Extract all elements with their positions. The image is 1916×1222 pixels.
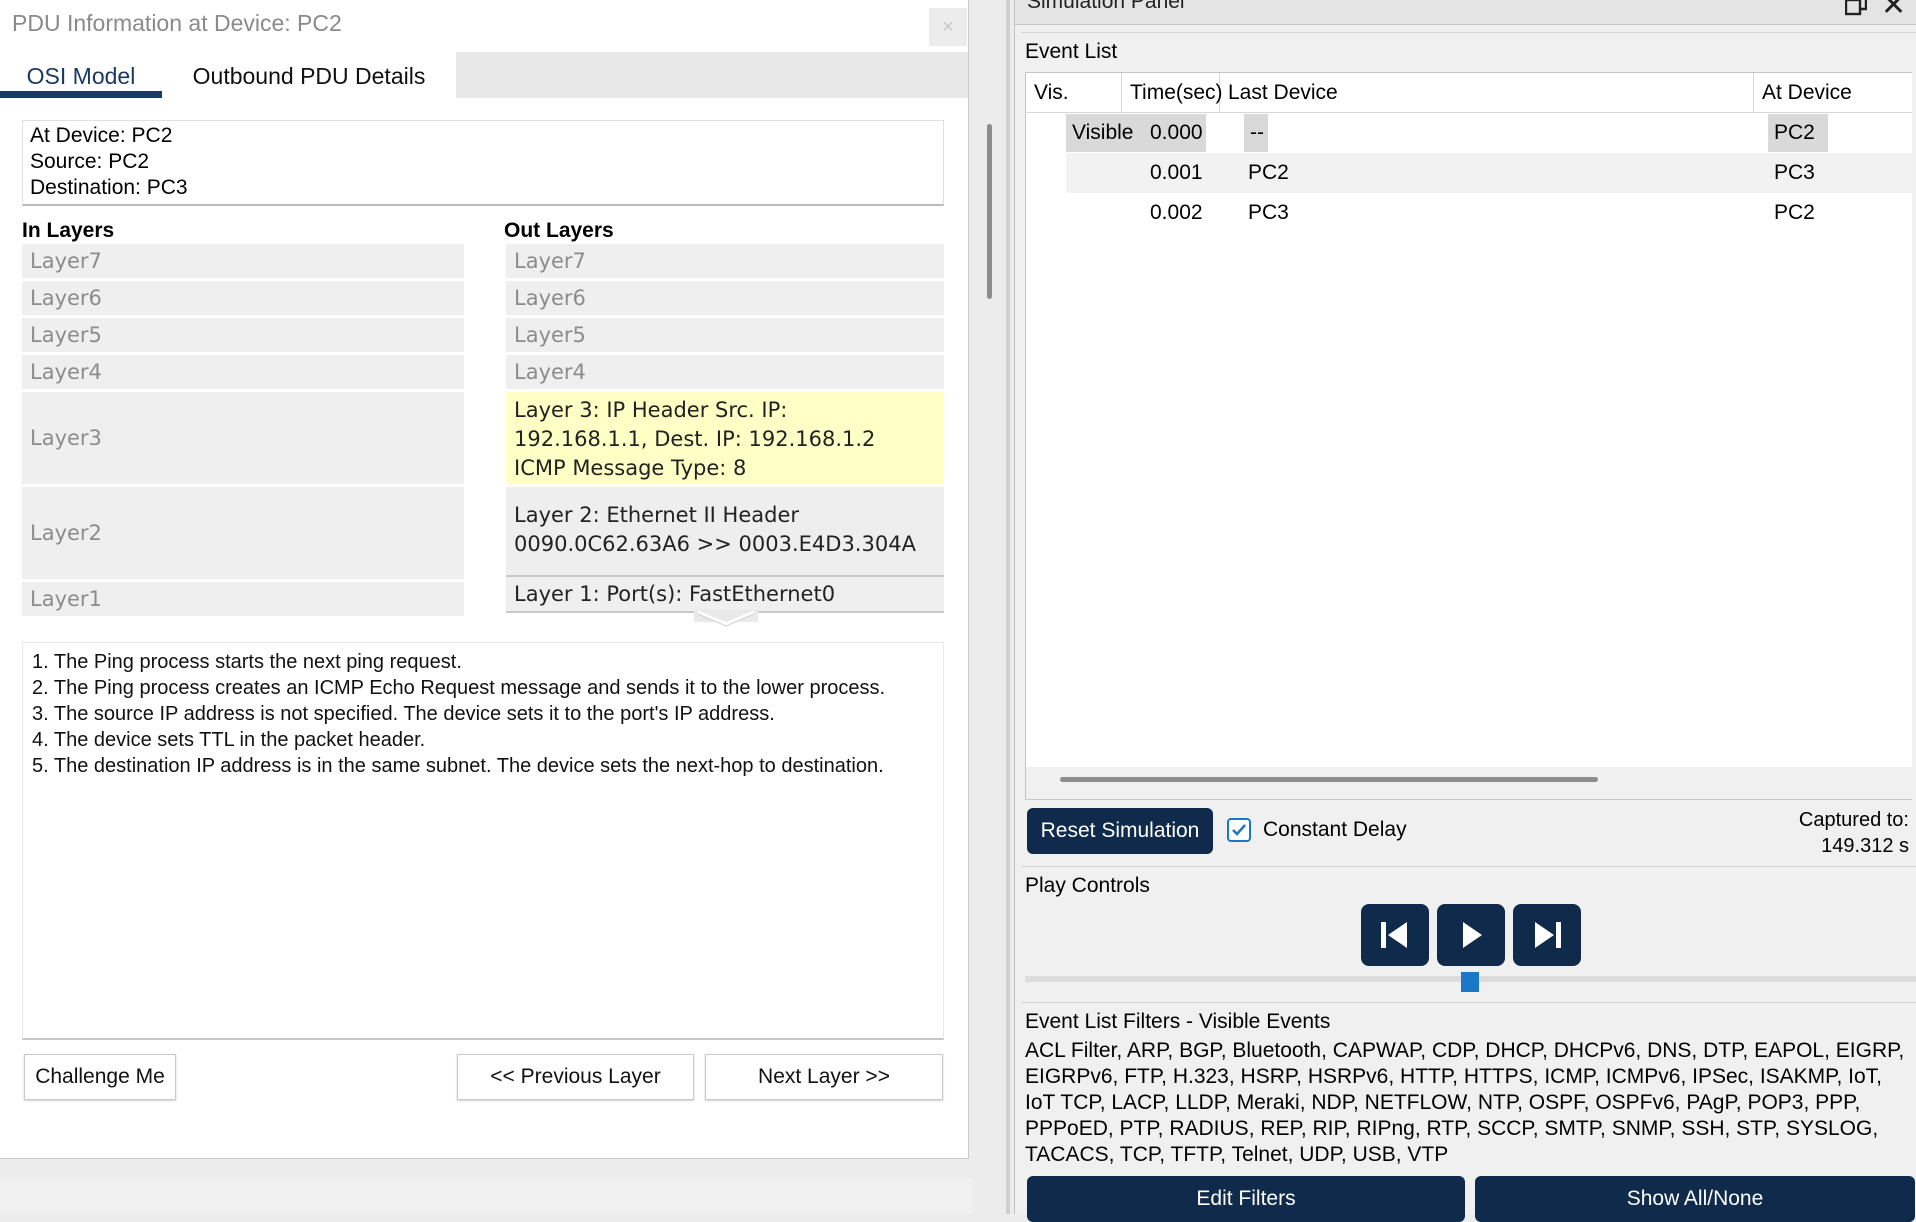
out-layer-7[interactable]: Layer7 — [506, 244, 944, 278]
tab-osi-model[interactable]: OSI Model — [0, 52, 162, 98]
pdu-information-window: PDU Information at Device: PC2 × OSI Mod… — [0, 0, 969, 1159]
in-layer-4[interactable]: Layer4 — [22, 355, 464, 389]
destination-text: Destination: PC3 — [30, 176, 188, 199]
last-device-cell: PC3 — [1248, 201, 1289, 224]
simulation-panel: Simulation Panel ✕ Event List Vis. Time(… — [1014, 0, 1916, 1222]
device-info-box: At Device: PC2 Source: PC2 Destination: … — [22, 120, 944, 206]
play-button[interactable] — [1437, 904, 1505, 966]
captured-to-readout: Captured to: 149.312 s — [1799, 807, 1909, 859]
out-layer-5[interactable]: Layer5 — [506, 318, 944, 352]
tab-bar: OSI Model Outbound PDU Details — [0, 52, 968, 98]
out-layer-3-line-2: 192.168.1.1, Dest. IP: 192.168.1.2 — [514, 427, 876, 451]
constant-delay-label: Constant Delay — [1263, 818, 1407, 841]
out-layers-heading: Out Layers — [504, 219, 614, 242]
time-cell: 0.001 — [1150, 161, 1203, 184]
close-icon[interactable]: ✕ — [1881, 0, 1906, 23]
column-header-time[interactable]: Time(sec) — [1122, 73, 1223, 113]
in-layer-2[interactable]: Layer2 — [22, 487, 464, 579]
challenge-me-button[interactable]: Challenge Me — [24, 1054, 176, 1100]
show-all-none-button[interactable]: Show All/None — [1475, 1176, 1915, 1222]
close-button[interactable]: × — [929, 8, 967, 46]
captured-value: 149.312 s — [1821, 835, 1909, 857]
checkmark-icon — [1232, 824, 1246, 836]
event-list-label: Event List — [1025, 40, 1118, 63]
out-layer-3-selected[interactable]: Layer 3: IP Header Src. IP: 192.168.1.1,… — [506, 392, 944, 484]
next-layer-button[interactable]: Next Layer >> — [705, 1054, 943, 1100]
chevron-down-icon[interactable] — [694, 610, 758, 630]
back-button[interactable] — [1361, 904, 1429, 966]
column-header-last-device[interactable]: Last Device — [1220, 73, 1754, 113]
event-list-table: Vis. Time(sec) Last Device At Device Vis… — [1025, 72, 1912, 800]
in-layer-3[interactable]: Layer3 — [22, 392, 464, 484]
time-cell: 0.002 — [1150, 201, 1203, 224]
in-layer-1[interactable]: Layer1 — [22, 582, 464, 616]
active-tab-indicator — [0, 91, 162, 98]
forward-button[interactable] — [1513, 904, 1581, 966]
play-icon — [1463, 922, 1482, 948]
out-layer-2-line-1: Layer 2: Ethernet II Header — [514, 503, 799, 527]
at-device-cell: PC3 — [1774, 161, 1815, 184]
last-device-cell: PC2 — [1248, 161, 1289, 184]
horizontal-scrollbar[interactable] — [1060, 777, 1598, 782]
out-layer-2[interactable]: Layer 2: Ethernet II Header 0090.0C62.63… — [506, 487, 944, 577]
previous-layer-button[interactable]: << Previous Layer — [457, 1054, 694, 1100]
status-strip — [0, 1178, 972, 1214]
captured-label: Captured to: — [1798, 809, 1909, 831]
out-layer-3-line-1: Layer 3: IP Header Src. IP: — [514, 398, 788, 422]
visible-events-list: ACL Filter, ARP, BGP, Bluetooth, CAPWAP,… — [1025, 1039, 1905, 1166]
out-layer-3-line-3: ICMP Message Type: 8 — [514, 456, 747, 480]
description-step: 2. The Ping process creates an ICMP Echo… — [32, 677, 886, 699]
back-icon — [1381, 922, 1407, 948]
panel-divider[interactable] — [1006, 0, 1010, 1214]
panel-title: Simulation Panel — [1027, 0, 1185, 13]
description-step: 4. The device sets TTL in the packet hea… — [32, 729, 426, 751]
reset-simulation-button[interactable]: Reset Simulation — [1027, 808, 1213, 854]
tab-label: OSI Model — [26, 63, 136, 89]
in-layers-heading: In Layers — [22, 219, 115, 242]
constant-delay-checkbox[interactable] — [1227, 818, 1251, 842]
description-step: 3. The source IP address is not specifie… — [32, 703, 775, 725]
divider — [1021, 1002, 1916, 1003]
at-device-cell: PC2 — [1774, 201, 1815, 224]
last-device-cell: -- — [1244, 114, 1268, 152]
description-step: 5. The destination IP address is in the … — [32, 755, 884, 777]
description-step: 1. The Ping process starts the next ping… — [32, 651, 462, 673]
out-layer-2-line-2: 0090.0C62.63A6 >> 0003.E4D3.304A — [514, 532, 916, 556]
event-filters-label: Event List Filters - Visible Events — [1025, 1010, 1331, 1033]
process-description: 1. The Ping process starts the next ping… — [22, 642, 944, 1040]
out-layer-1[interactable]: Layer 1: Port(s): FastEthernet0 — [506, 575, 944, 613]
edit-filters-button[interactable]: Edit Filters — [1027, 1176, 1465, 1222]
tab-outbound-pdu-details[interactable]: Outbound PDU Details — [162, 52, 456, 98]
play-controls-label: Play Controls — [1025, 874, 1150, 897]
in-layer-5[interactable]: Layer5 — [22, 318, 464, 352]
window-title: PDU Information at Device: PC2 — [12, 10, 342, 36]
time-cell: 0.000 — [1144, 114, 1206, 152]
out-layer-6[interactable]: Layer6 — [506, 281, 944, 315]
divider — [1021, 866, 1916, 867]
column-header-vis[interactable]: Vis. — [1026, 73, 1122, 113]
at-device-cell: PC2 — [1768, 114, 1828, 152]
playback-slider-thumb[interactable] — [1461, 972, 1479, 992]
forward-icon — [1535, 922, 1561, 948]
vis-cell[interactable]: Visible — [1066, 114, 1144, 152]
column-header-at-device[interactable]: At Device — [1754, 73, 1912, 113]
horizontal-scroll-track — [1026, 767, 1912, 799]
vertical-scrollbar[interactable] — [987, 124, 992, 299]
at-device-text: At Device: PC2 — [30, 124, 173, 147]
panel-title-bar: Simulation Panel ✕ — [1015, 0, 1916, 25]
source-text: Source: PC2 — [30, 150, 150, 173]
out-layer-4[interactable]: Layer4 — [506, 355, 944, 389]
in-layer-7[interactable]: Layer7 — [22, 244, 464, 278]
in-layer-6[interactable]: Layer6 — [22, 281, 464, 315]
restore-window-icon[interactable] — [1845, 0, 1867, 16]
